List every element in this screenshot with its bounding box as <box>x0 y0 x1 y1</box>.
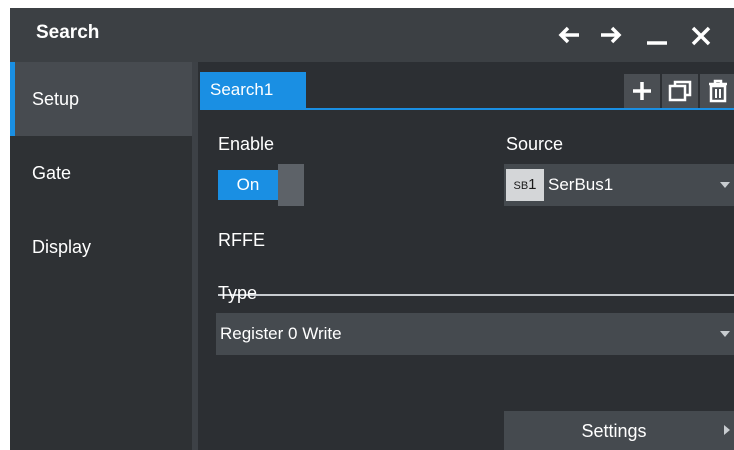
forward-arrow-icon[interactable] <box>596 20 626 50</box>
tab-search1[interactable]: Search1 <box>200 72 306 108</box>
tab-actions <box>622 74 734 108</box>
setup-panel: Search1 Enable On Source SB1 SerBus1 RFF… <box>198 62 734 450</box>
copy-icon[interactable] <box>662 74 698 108</box>
source-dropdown[interactable]: SB1 SerBus1 <box>504 164 734 206</box>
plus-icon[interactable] <box>624 74 660 108</box>
chevron-down-icon <box>720 331 730 337</box>
source-label: Source <box>506 134 564 154</box>
sidebar-item-setup[interactable]: Setup <box>10 62 192 136</box>
sidebar-item-label: Display <box>32 237 92 257</box>
sidebar-item-gate[interactable]: Gate <box>10 136 192 210</box>
tab-underline <box>200 108 734 110</box>
settings-button[interactable]: Settings <box>504 411 734 450</box>
type-dropdown[interactable]: Register 0 Write <box>216 313 734 355</box>
source-value: SerBus1 <box>548 175 614 194</box>
section-divider <box>218 294 734 296</box>
trash-icon[interactable] <box>700 74 734 108</box>
minimize-icon[interactable] <box>642 20 672 50</box>
type-label: Type <box>218 283 258 303</box>
section-title: RFFE <box>218 230 265 250</box>
enable-toggle[interactable]: On <box>218 164 304 206</box>
serial-bus-badge: SB1 <box>506 169 544 201</box>
search-dialog: Search Setup Gate Display Search1 Enable… <box>10 8 734 450</box>
type-value: Register 0 Write <box>220 324 342 343</box>
toggle-knob <box>278 164 304 206</box>
sidebar-item-label: Gate <box>32 163 72 183</box>
settings-label: Settings <box>581 421 647 441</box>
sidebar: Setup Gate Display <box>10 62 192 450</box>
sidebar-item-label: Setup <box>32 89 80 109</box>
tab-label: Search1 <box>210 80 274 99</box>
back-arrow-icon[interactable] <box>554 20 584 50</box>
chevron-down-icon <box>720 182 730 188</box>
title-bar: Search <box>10 8 734 62</box>
enable-label: Enable <box>218 134 275 154</box>
close-icon[interactable] <box>686 20 716 50</box>
chevron-right-icon <box>724 425 730 435</box>
toggle-state: On <box>218 170 278 200</box>
sidebar-item-display[interactable]: Display <box>10 210 192 284</box>
dialog-title: Search <box>36 22 100 43</box>
